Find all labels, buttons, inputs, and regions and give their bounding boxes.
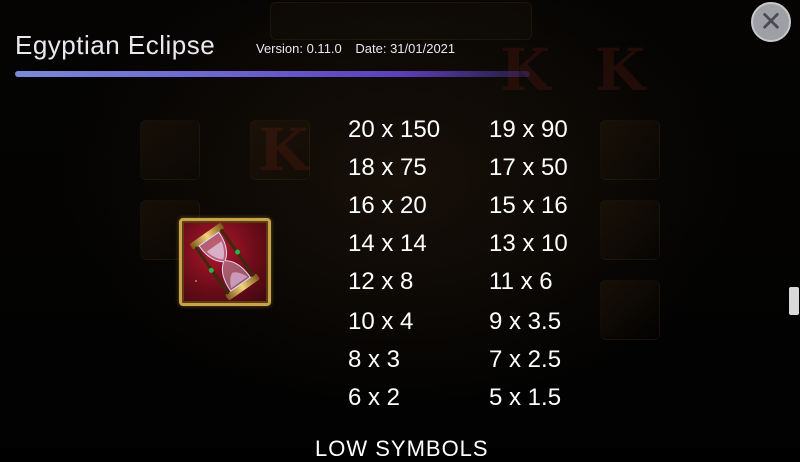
payout-left-1: 20 x 150: [348, 116, 441, 143]
background-k-symbol: K: [595, 36, 646, 104]
background-k-symbol: K: [500, 36, 551, 104]
payout-right-3: 15 x 16: [489, 192, 568, 219]
payout-left-4: 14 x 14: [348, 230, 427, 257]
close-icon: ✕: [759, 6, 783, 37]
payout-left-6: 10 x 4: [348, 308, 414, 335]
game-background: K K K: [0, 0, 800, 448]
version-label: Version: 0.11.0: [256, 41, 342, 56]
payout-right-7: 7 x 2.5: [489, 346, 562, 373]
background-tile: [600, 200, 660, 260]
payout-right-2: 17 x 50: [489, 154, 568, 181]
close-button[interactable]: ✕: [751, 2, 791, 42]
hourglass-icon: [190, 223, 260, 300]
payout-left-8: 6 x 2: [348, 384, 401, 411]
low-symbols-heading: LOW SYMBOLS: [315, 436, 489, 461]
background-tile: [140, 120, 200, 180]
background-tile: [600, 120, 660, 180]
payout-right-5: 11 x 6: [489, 268, 553, 295]
payout-left-3: 16 x 20: [348, 192, 427, 219]
title-underline: [15, 71, 530, 77]
payout-left-5: 12 x 8: [348, 268, 414, 295]
date-label: Date: 31/01/2021: [355, 41, 456, 56]
background-tile: [600, 280, 660, 340]
payout-right-6: 9 x 3.5: [489, 308, 562, 335]
background-logo-banner: [270, 2, 532, 40]
hourglass-symbol: [179, 218, 271, 306]
payout-right-4: 13 x 10: [489, 230, 568, 257]
payout-right-1: 19 x 90: [489, 116, 568, 143]
payout-left-7: 8 x 3: [348, 346, 401, 373]
scrollbar-thumb[interactable]: [789, 287, 799, 315]
background-k-symbol: K: [258, 116, 309, 184]
version-info: Version: 0.11.0 Date: 31/01/2021: [256, 41, 465, 56]
game-title: Egyptian Eclipse: [15, 30, 216, 60]
payout-right-8: 5 x 1.5: [489, 384, 562, 411]
payout-left-2: 18 x 75: [348, 154, 427, 181]
